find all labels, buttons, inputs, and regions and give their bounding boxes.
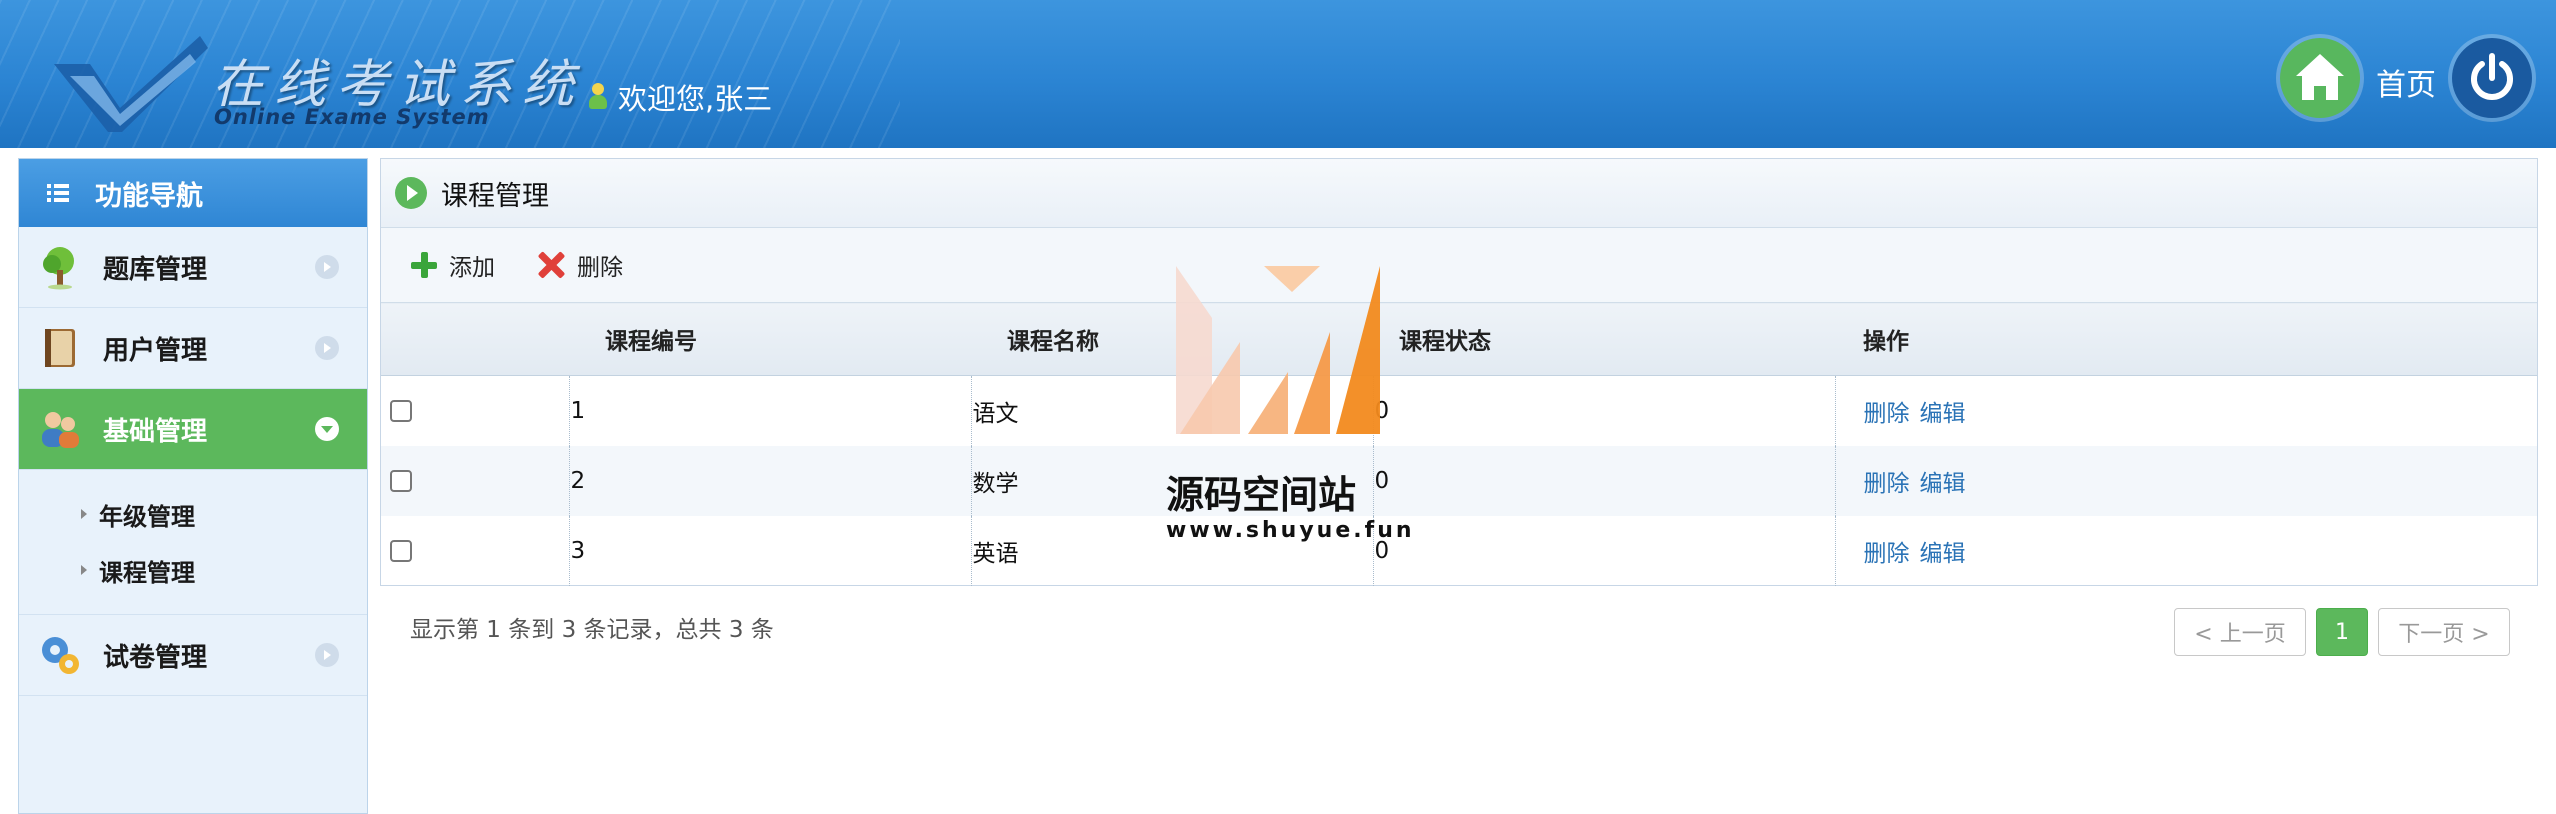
chevron-right-icon [315,255,339,279]
sidebar-item-exam-papers[interactable]: 试卷管理 [19,615,367,696]
watermark-text: 源码空间站 [1166,473,1357,517]
gears-icon [42,637,79,674]
row-edit-link[interactable]: 编辑 [1920,401,1966,427]
play-circle-icon [395,177,427,209]
row-delete-link[interactable]: 删除 [1864,471,1910,497]
welcome-text: 欢迎您,张三 [618,82,773,116]
next-page-button[interactable]: 下一页 > [2378,608,2510,656]
logo-icon [54,36,208,132]
pagination: < 上一页 1 下一页 > [2174,608,2510,656]
add-label: 添加 [449,255,495,281]
cell-course-id: 1 [568,375,971,446]
row-checkbox[interactable] [390,470,412,492]
sidebar-item-label: 题库管理 [103,254,208,285]
submenu: 年级管理 课程管理 [19,470,367,615]
sidebar-item-users[interactable]: 用户管理 [19,308,367,389]
home-link[interactable]: 首页 [2376,60,2436,104]
cell-actions: 删除 编辑 [1834,375,2537,446]
sidebar-subitem-course[interactable]: 课程管理 [19,542,367,598]
watermark-url: www.shuyue.fun [1166,518,1415,543]
logout-button[interactable] [2452,38,2532,118]
subitem-label: 课程管理 [99,558,195,587]
course-table: 课程编号 课程名称 课程状态 操作 1 语文 0 删除 编辑 2 数学 0 删除… [381,302,2537,586]
welcome-message: 欢迎您,张三 [588,76,772,118]
row-edit-link[interactable]: 编辑 [1920,541,1966,567]
power-icon [2471,53,2513,100]
plus-icon [411,252,437,278]
panel-header: 课程管理 [381,159,2537,228]
cell-course-status: 0 [1372,516,1835,586]
delete-button[interactable]: 删除 [537,248,623,282]
user-icon [588,83,608,111]
prev-page-button[interactable]: < 上一页 [2174,608,2306,656]
header-course-id: 课程编号 [569,302,971,376]
book-icon [45,329,75,367]
delete-label: 删除 [577,255,623,281]
home-button[interactable] [2280,38,2360,118]
current-page-button[interactable]: 1 [2316,608,2368,656]
page-title: 课程管理 [441,180,549,212]
record-summary: 显示第 1 条到 3 条记录，总共 3 条 [410,617,774,643]
header-actions: 操作 [1835,302,2537,376]
row-delete-link[interactable]: 删除 [1864,541,1910,567]
home-icon [2296,54,2344,100]
sidebar: 功能导航 题库管理 用户管理 基础管理 年级管理 课程管理 试卷管理 [18,158,368,814]
table-row: 2 数学 0 删除 编辑 [381,446,2537,516]
sidebar-item-question-bank[interactable]: 题库管理 [19,227,367,308]
cell-course-status: 0 [1372,375,1835,446]
chevron-down-icon [315,417,339,441]
delete-x-icon [537,251,565,279]
sidebar-header: 功能导航 [19,159,367,227]
toolbar: 添加 删除 [381,228,2537,302]
tree-icon [43,247,74,290]
list-icon [47,184,69,202]
row-checkbox[interactable] [390,400,412,422]
table-row: 3 英语 0 删除 编辑 [381,516,2537,586]
header-course-status: 课程状态 [1373,302,1835,376]
sidebar-item-basic-management[interactable]: 基础管理 [19,389,367,470]
cell-actions: 删除 编辑 [1834,446,2537,516]
row-edit-link[interactable]: 编辑 [1920,471,1966,497]
chevron-right-icon [315,336,339,360]
sidebar-subitem-grade[interactable]: 年级管理 [19,486,367,542]
table-header-row: 课程编号 课程名称 课程状态 操作 [381,302,2537,376]
cell-course-id: 3 [568,516,971,586]
caret-right-icon [81,565,87,575]
row-delete-link[interactable]: 删除 [1864,401,1910,427]
header-select [381,302,569,376]
sidebar-title: 功能导航 [95,180,203,212]
logo-subtitle: Online Exame System [214,105,490,129]
main-panel: 课程管理 添加 删除 课程编号 课程名称 课程状态 操作 1 语文 0 删除 编… [380,158,2538,586]
cell-actions: 删除 编辑 [1834,516,2537,586]
caret-right-icon [81,509,87,519]
table-row: 1 语文 0 删除 编辑 [381,375,2537,446]
subitem-label: 年级管理 [99,502,195,531]
sidebar-item-label: 试卷管理 [103,642,208,673]
cell-course-status: 0 [1372,446,1835,516]
users-icon [42,412,79,448]
cell-course-id: 2 [568,446,971,516]
top-header: 在线考试系统 Online Exame System 欢迎您,张三 首页 [0,0,2556,148]
add-button[interactable]: 添加 [411,248,495,282]
sidebar-item-label: 基础管理 [103,416,208,447]
sidebar-item-label: 用户管理 [103,335,208,366]
row-checkbox[interactable] [390,540,412,562]
chevron-right-icon [315,643,339,667]
